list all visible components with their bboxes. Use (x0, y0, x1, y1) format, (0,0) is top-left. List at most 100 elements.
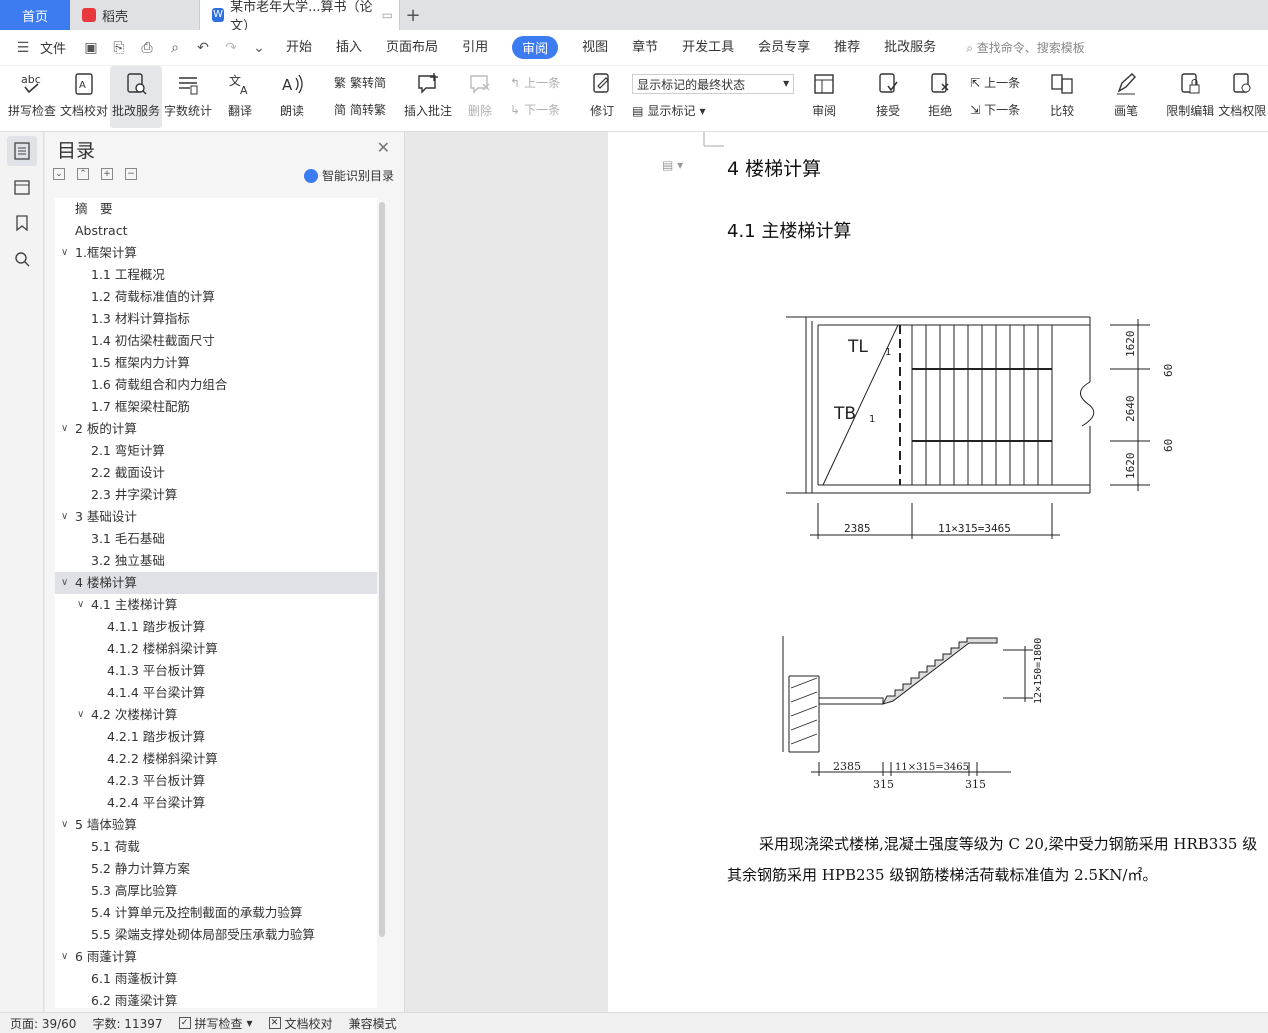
menu-tab[interactable]: 引用 (462, 36, 488, 59)
toc-pane-icon[interactable] (7, 136, 37, 166)
insert-comment-button[interactable]: 插入批注 (402, 66, 454, 128)
menu-tab[interactable]: 会员专享 (758, 36, 810, 59)
spellcheck-button[interactable]: abc 拼写检查 (6, 66, 58, 128)
doc-check-status[interactable]: ✕ 文档校对 (268, 1015, 333, 1032)
page-indicator[interactable]: 页面: 39/60 (10, 1015, 76, 1032)
toc-item[interactable]: 3.1 毛石基础 (55, 528, 377, 550)
toc-item[interactable]: 5.2 静力计算方案 (55, 858, 377, 880)
redo-icon[interactable]: ↷ (220, 40, 242, 56)
collapse-up-icon[interactable]: ⌃ (77, 168, 89, 180)
reject-button[interactable]: 拒绝 (914, 66, 966, 128)
toc-item[interactable]: 4.2.1 踏步板计算 (55, 726, 377, 748)
next-comment-button[interactable]: ↳ 下一条 (510, 101, 560, 118)
pen-button[interactable]: 画笔 (1100, 66, 1152, 128)
toc-item[interactable]: ∨ 1.框架计算 (55, 242, 377, 264)
chevron-down-icon[interactable]: ∨ (61, 814, 68, 836)
menu-tab[interactable]: 推荐 (834, 36, 860, 59)
prev-change-button[interactable]: ⇱ 上一条 (970, 74, 1020, 91)
toc-item[interactable]: 1.4 初估梁柱截面尺寸 (55, 330, 377, 352)
chevron-down-icon[interactable]: ∨ (77, 594, 84, 616)
tab-docer[interactable]: 稻壳 (70, 0, 200, 30)
toc-item[interactable]: 2.3 井字梁计算 (55, 484, 377, 506)
toc-item[interactable]: 4.2.3 平台板计算 (55, 770, 377, 792)
toc-item[interactable]: ∨ 4 楼梯计算 (55, 572, 377, 594)
toc-item[interactable]: ∨ 4.1 主楼梯计算 (55, 594, 377, 616)
toc-item[interactable]: 1.3 材料计算指标 (55, 308, 377, 330)
smart-toc-button[interactable]: 智能识别目录 (303, 167, 394, 184)
toc-item[interactable]: ∨ 4.2 次楼梯计算 (55, 704, 377, 726)
menu-tab[interactable]: 审阅 (512, 36, 559, 59)
menu-tab[interactable]: 插入 (336, 36, 362, 59)
toc-item[interactable]: ∨ 3 基础设计 (55, 506, 377, 528)
chevron-down-icon[interactable]: ∨ (77, 704, 84, 726)
menu-file[interactable]: 文件 (40, 38, 66, 57)
correction-service-button[interactable]: 批改服务 (110, 66, 162, 128)
export-pdf-icon[interactable]: ⎘ (108, 40, 130, 56)
translate-button[interactable]: 文A 翻译 (214, 66, 266, 128)
toc-item[interactable]: 4.2.4 平台梁计算 (55, 792, 377, 814)
doc-permission-button[interactable]: 文档权限 (1216, 66, 1268, 128)
collapse-icon[interactable]: − (125, 168, 137, 180)
toc-item[interactable]: 4.1.1 踏步板计算 (55, 616, 377, 638)
restrict-edit-button[interactable]: 限制编辑 (1164, 66, 1216, 128)
toc-item[interactable]: 4.1.2 楼梯斜梁计算 (55, 638, 377, 660)
next-change-button[interactable]: ⇲ 下一条 (970, 101, 1020, 118)
compare-button[interactable]: 比较 (1036, 66, 1088, 128)
toc-item[interactable]: 2.2 截面设计 (55, 462, 377, 484)
paragraph-icon[interactable]: ▤ ▾ (662, 158, 683, 172)
chevron-down-icon[interactable]: ∨ (61, 242, 68, 264)
review-pane-button[interactable]: 审阅 (798, 66, 850, 128)
delete-comment-button[interactable]: 删除 (454, 66, 506, 128)
chevron-down-icon[interactable]: ∨ (61, 572, 68, 594)
menu-tab[interactable]: 批改服务 (884, 36, 936, 59)
bookmark-icon[interactable] (7, 208, 37, 238)
toc-item[interactable]: 3.2 独立基础 (55, 550, 377, 572)
toc-item[interactable]: 1.2 荷载标准值的计算 (55, 286, 377, 308)
spellcheck-status[interactable]: ✓ 拼写检查 ▾ (178, 1015, 253, 1032)
toc-item[interactable]: 4.2.2 楼梯斜梁计算 (55, 748, 377, 770)
print-preview-icon[interactable]: ⌕ (164, 40, 186, 56)
menu-tab[interactable]: 开始 (286, 36, 312, 59)
toc-item[interactable]: 5.3 高厚比验算 (55, 880, 377, 902)
expand-icon[interactable]: + (101, 168, 113, 180)
toc-item[interactable]: 1.1 工程概况 (55, 264, 377, 286)
menu-tab[interactable]: 视图 (582, 36, 608, 59)
toc-item[interactable]: 2.1 弯矩计算 (55, 440, 377, 462)
accept-button[interactable]: 接受 (862, 66, 914, 128)
toc-item[interactable]: 1.7 框架梁柱配筋 (55, 396, 377, 418)
customize-toolbar-icon[interactable]: ⌄ (248, 40, 270, 56)
close-icon[interactable]: ✕ (377, 138, 390, 157)
collapse-down-icon[interactable]: ⌄ (53, 168, 65, 180)
tab-window-icon[interactable]: ▭ (382, 8, 393, 22)
doc-check-button[interactable]: A 文档校对 (58, 66, 110, 128)
save-icon[interactable]: ▣ (80, 40, 102, 56)
document-page[interactable]: ▤ ▾ 4 楼梯计算 4.1 主楼梯计算 TL 1 TB 1 2385 11×3… (608, 132, 1268, 1012)
revise-button[interactable]: 修订 (576, 66, 628, 128)
read-aloud-button[interactable]: A 朗读 (266, 66, 318, 128)
toc-item[interactable]: 6.2 雨蓬梁计算 (55, 990, 377, 1008)
markup-state-select[interactable]: 显示标记的最终状态 ▾ (632, 74, 795, 94)
hamburger-icon[interactable]: ☰ (12, 40, 34, 56)
chevron-down-icon[interactable]: ∨ (61, 946, 68, 968)
prev-comment-button[interactable]: ↰ 上一条 (510, 74, 560, 91)
toc-item[interactable]: 1.5 框架内力计算 (55, 352, 377, 374)
toc-scrollbar[interactable] (379, 202, 385, 937)
print-icon[interactable]: ⎙ (136, 40, 158, 56)
toc-item[interactable]: 5.5 梁端支撑处砌体局部受压承载力验算 (55, 924, 377, 946)
command-search[interactable]: ⌕ 查找命令、搜索模板 (966, 39, 1085, 56)
toc-item[interactable]: 1.6 荷载组合和内力组合 (55, 374, 377, 396)
toc-item[interactable]: 摘 要 (55, 198, 377, 220)
tab-document[interactable]: W 某市老年大学...算书（论文） ▭ (200, 0, 400, 34)
toc-item[interactable]: 4.1.3 平台板计算 (55, 660, 377, 682)
toc-item[interactable]: 4.1.4 平台梁计算 (55, 682, 377, 704)
toc-item[interactable]: 6.1 雨蓬板计算 (55, 968, 377, 990)
menu-tab[interactable]: 章节 (632, 36, 658, 59)
undo-icon[interactable]: ↶ (192, 40, 214, 56)
chapter-nav-icon[interactable] (7, 172, 37, 202)
toc-item[interactable]: ∨ 5 墙体验算 (55, 814, 377, 836)
toc-item[interactable]: Abstract (55, 220, 377, 242)
trad-to-simp-button[interactable]: 繁繁转简 (334, 74, 386, 91)
tab-home[interactable]: 首页 (0, 0, 70, 30)
word-count-indicator[interactable]: 字数: 11397 (92, 1015, 162, 1032)
toc-item[interactable]: ∨ 2 板的计算 (55, 418, 377, 440)
